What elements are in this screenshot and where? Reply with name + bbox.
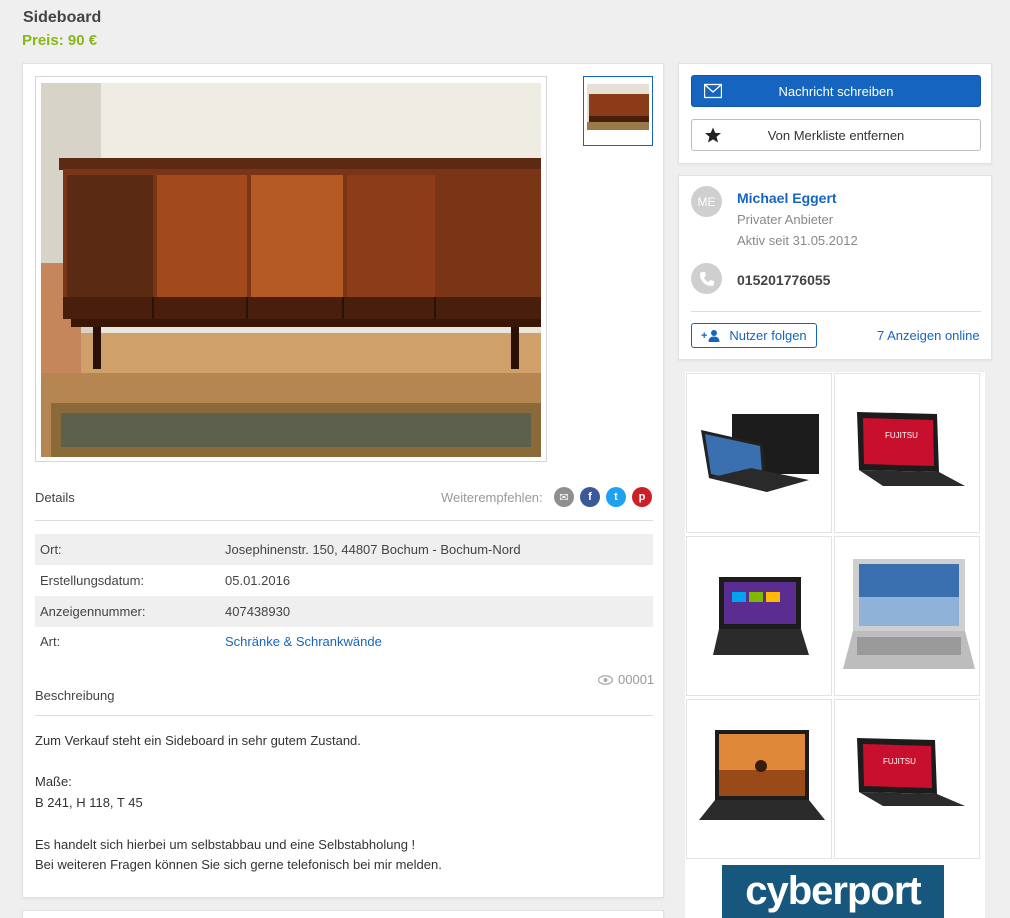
laptop-image — [713, 577, 809, 655]
detail-value: Josephinenstr. 150, 44807 Bochum - Bochu… — [225, 542, 521, 557]
envelope-icon — [704, 83, 722, 99]
follow-user-label: Nutzer folgen — [729, 328, 807, 343]
description-line: Bei weiteren Fragen können Sie sich gern… — [35, 857, 442, 872]
ad-banner-logo[interactable]: cyberport — [722, 865, 944, 918]
detail-key: Erstellungsdatum: — [40, 573, 145, 588]
seller-type: Privater Anbieter — [737, 212, 834, 227]
share-label: Weiterempfehlen: — [441, 490, 543, 505]
svg-text:FUJITSU: FUJITSU — [883, 757, 916, 766]
view-counter: 00001 — [598, 672, 654, 687]
svg-text:+: + — [701, 330, 707, 342]
watchlist-remove-button[interactable]: Von Merkliste entfernen — [691, 119, 981, 151]
phone-glyph — [699, 271, 714, 286]
ad-product-laptop-1[interactable] — [686, 373, 832, 533]
detail-key: Art: — [40, 634, 61, 649]
listing-title: Sideboard — [23, 9, 102, 26]
seller-ads-link[interactable]: 7 Anzeigen online — [877, 328, 980, 343]
sideboard-thumbnail — [587, 84, 649, 130]
detail-row-category: Art: Schränke & Schrankwände — [35, 626, 653, 657]
follow-user-button[interactable]: + Nutzer folgen — [691, 323, 817, 348]
seller-phone[interactable]: 015201776055 — [737, 272, 830, 288]
description-divider — [35, 715, 653, 716]
detail-value: 05.01.2016 — [225, 573, 291, 588]
pinterest-share-icon[interactable]: p — [632, 487, 652, 507]
listing-main-card: Details Weiterempfehlen: ✉ f t p Ort: Jo… — [22, 63, 664, 898]
phone-icon — [691, 263, 722, 294]
email-share-icon[interactable]: ✉ — [554, 487, 574, 507]
thumbnail-1[interactable] — [583, 76, 653, 146]
message-button-label: Nachricht schreiben — [778, 83, 894, 99]
next-card — [22, 910, 664, 918]
seller-divider — [691, 311, 981, 312]
star-icon — [705, 127, 721, 143]
seller-name[interactable]: Michael Eggert — [737, 190, 837, 206]
category-link[interactable]: Schränke & Schrankwände — [225, 634, 382, 649]
detail-key: Anzeigennummer: — [40, 604, 146, 619]
details-heading: Details — [35, 490, 75, 505]
seller-active-since: Aktiv seit 31.05.2012 — [737, 233, 858, 248]
description-line: Zum Verkauf steht ein Sideboard in sehr … — [35, 733, 361, 748]
eye-icon — [598, 674, 613, 685]
ad-product-laptop-4[interactable] — [834, 536, 980, 696]
description-line: Es handelt sich hierbei um selbstabbau u… — [35, 837, 416, 852]
twitter-share-icon[interactable]: t — [606, 487, 626, 507]
laptop-image — [843, 559, 975, 669]
description-line: B 241, H 118, T 45 — [35, 795, 143, 810]
ad-product-laptop-3[interactable] — [686, 536, 832, 696]
laptop-image — [699, 730, 825, 820]
view-count: 00001 — [618, 672, 655, 687]
ad-product-laptop-5[interactable] — [686, 699, 832, 859]
detail-row-ad-number: Anzeigennummer: 407438930 — [35, 596, 653, 627]
actions-card: Nachricht schreiben Von Merkliste entfer… — [678, 63, 992, 164]
laptop-image: FUJITSU — [857, 412, 965, 486]
detail-key: Ort: — [40, 542, 62, 557]
sideboard-photo — [41, 83, 541, 457]
avatar: ME — [691, 186, 722, 217]
listing-price: Preis: 90 € — [22, 32, 98, 49]
ad-product-laptop-6[interactable]: FUJITSU — [834, 699, 980, 859]
laptop-image: FUJITSU — [857, 738, 965, 806]
watchlist-button-label: Von Merkliste entfernen — [767, 127, 905, 143]
detail-row-date: Erstellungsdatum: 05.01.2016 — [35, 565, 653, 596]
seller-card: ME Michael Eggert Privater Anbieter Akti… — [678, 175, 992, 360]
detail-row-location: Ort: Josephinenstr. 150, 44807 Bochum - … — [35, 534, 653, 565]
details-divider — [35, 520, 653, 521]
add-user-icon: + — [701, 330, 720, 342]
description-line: Maße: — [35, 774, 72, 789]
svg-text:FUJITSU: FUJITSU — [885, 431, 918, 440]
message-button[interactable]: Nachricht schreiben — [691, 75, 981, 107]
laptop-image — [701, 414, 819, 492]
advertisement[interactable]: ⓘ ✕ FUJITSU — [685, 372, 985, 918]
main-image[interactable] — [35, 76, 547, 462]
description-heading: Beschreibung — [35, 688, 115, 703]
ad-product-laptop-2[interactable]: FUJITSU — [834, 373, 980, 533]
facebook-share-icon[interactable]: f — [580, 487, 600, 507]
detail-value: 407438930 — [225, 604, 291, 619]
